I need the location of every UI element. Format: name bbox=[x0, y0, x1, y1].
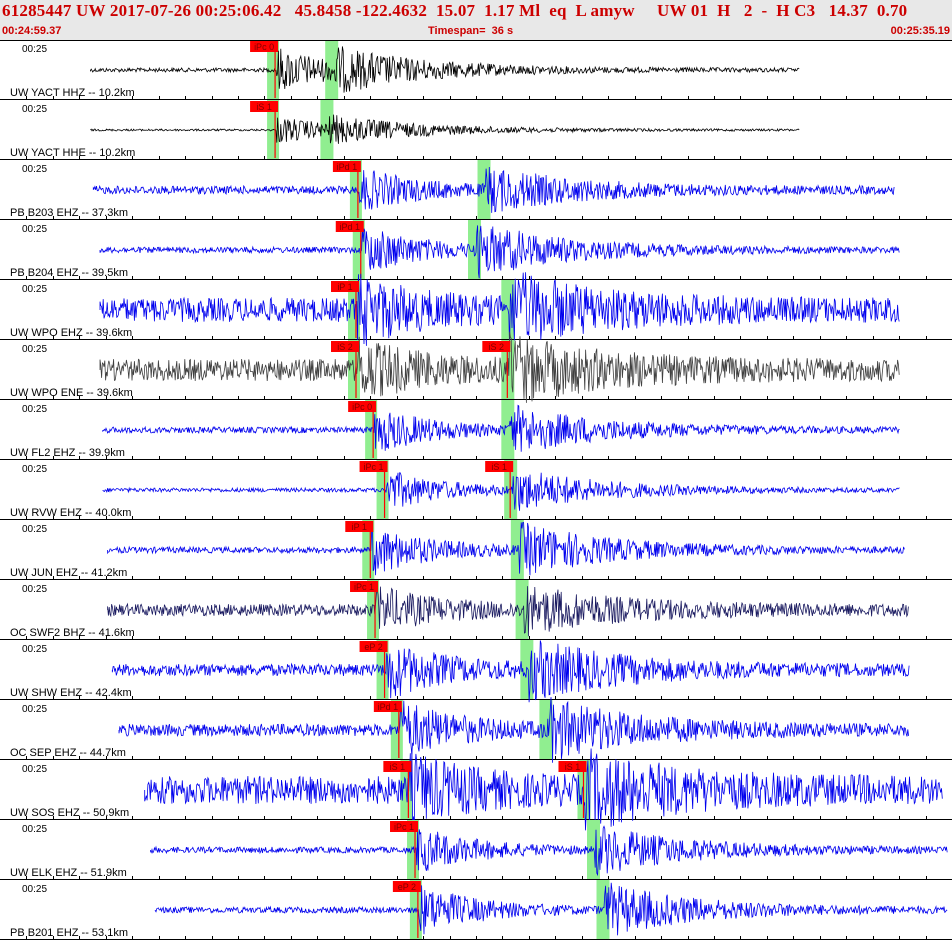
row-time-label: 00:25 bbox=[22, 824, 47, 835]
station-label[interactable]: UW ELK EHZ -- 51.9km bbox=[10, 867, 127, 879]
station-label[interactable]: UW SOS EHZ -- 50.9km bbox=[10, 807, 129, 819]
station-label[interactable]: OC SEP EHZ -- 44.7km bbox=[10, 747, 126, 759]
station-label[interactable]: UW WPO EHZ -- 39.6km bbox=[10, 327, 132, 339]
pick-label: iPd 1 bbox=[340, 222, 361, 232]
station-label[interactable]: UW JUN EHZ -- 41.2km bbox=[10, 567, 127, 579]
seismic-trace bbox=[102, 404, 900, 452]
seismic-trace bbox=[150, 825, 948, 877]
row-time-label: 00:25 bbox=[22, 44, 47, 55]
seismic-trace bbox=[111, 640, 910, 703]
seismic-trace bbox=[90, 46, 800, 93]
row-time-label: 00:25 bbox=[22, 884, 47, 895]
pick-label: iPc 1 bbox=[354, 582, 374, 592]
pick-label: iP 1 bbox=[337, 282, 352, 292]
station-label[interactable]: UW FL2 EHZ -- 39.9km bbox=[10, 447, 125, 459]
pick-label: iS 1 bbox=[390, 762, 406, 772]
row-time-label: 00:25 bbox=[22, 284, 47, 295]
seismogram-panel[interactable]: iPc 0 00:25 UW YACT HHZ -- 10.2km iS 1 00:25… bbox=[0, 40, 952, 940]
s-pick-label: iS 1 bbox=[565, 762, 581, 772]
seismic-trace bbox=[99, 225, 900, 279]
row-time-label: 00:25 bbox=[22, 524, 47, 535]
row-time-label: 00:25 bbox=[22, 644, 47, 655]
pick-label: iS 1 bbox=[256, 102, 272, 112]
station-label[interactable]: PB B201 EHZ -- 53.1km bbox=[10, 927, 128, 939]
timespan-label: Timespan= 36 s bbox=[428, 25, 514, 37]
seismic-trace bbox=[107, 586, 909, 637]
start-time-label: 00:24:59.37 bbox=[2, 25, 62, 37]
pick-label: eP 2 bbox=[364, 642, 382, 652]
station-label[interactable]: UW YACT HHE -- 10.2km bbox=[10, 147, 135, 159]
event-header: 61285447 UW 2017-07-26 00:25:06.42 45.84… bbox=[0, 0, 952, 40]
pick-label: iPc 1 bbox=[364, 462, 384, 472]
station-label[interactable]: UW RVW EHZ -- 40.0km bbox=[10, 507, 131, 519]
seismic-trace bbox=[102, 472, 900, 511]
pick-label: iPc 0 bbox=[352, 402, 372, 412]
row-time-label: 00:25 bbox=[22, 164, 47, 175]
event-summary-title: 61285447 UW 2017-07-26 00:25:06.42 45.84… bbox=[2, 1, 908, 20]
pick-label: iS 2 bbox=[337, 342, 353, 352]
station-label[interactable]: OC SWF2 BHZ -- 41.6km bbox=[10, 627, 135, 639]
row-time-label: 00:25 bbox=[22, 764, 47, 775]
pick-label: iPc 0 bbox=[254, 42, 274, 52]
seismic-trace bbox=[92, 166, 895, 213]
station-label[interactable]: UW SHW EHZ -- 42.4km bbox=[10, 687, 132, 699]
end-time-label: 00:25:35.19 bbox=[890, 25, 950, 37]
row-time-label: 00:25 bbox=[22, 704, 47, 715]
row-time-label: 00:25 bbox=[22, 584, 47, 595]
pick-label: iP 1 bbox=[352, 522, 367, 532]
row-time-label: 00:25 bbox=[22, 104, 47, 115]
seismic-trace bbox=[154, 882, 948, 936]
station-label[interactable]: PB B204 EHZ -- 39.5km bbox=[10, 267, 128, 279]
pick-label: iPd 1 bbox=[378, 702, 399, 712]
seismic-trace bbox=[107, 522, 905, 576]
station-label[interactable]: UW WPO ENE -- 39.6km bbox=[10, 387, 133, 399]
seismic-trace bbox=[90, 114, 800, 144]
seismic-trace bbox=[118, 697, 909, 763]
s-pick-label: iS 2 bbox=[489, 342, 505, 352]
row-time-label: 00:25 bbox=[22, 464, 47, 475]
row-time-label: 00:25 bbox=[22, 224, 47, 235]
row-time-label: 00:25 bbox=[22, 344, 47, 355]
s-pick-label: iS 1 bbox=[491, 462, 507, 472]
station-label[interactable]: PB B203 EHZ -- 37.3km bbox=[10, 207, 128, 219]
pick-label: eP 2 bbox=[398, 882, 416, 892]
pick-label: iPc 1 bbox=[394, 822, 414, 832]
row-time-label: 00:25 bbox=[22, 404, 47, 415]
station-label[interactable]: UW YACT HHZ -- 10.2km bbox=[10, 87, 135, 99]
pick-label: iPd 1 bbox=[337, 162, 358, 172]
seismic-trace bbox=[99, 272, 900, 349]
